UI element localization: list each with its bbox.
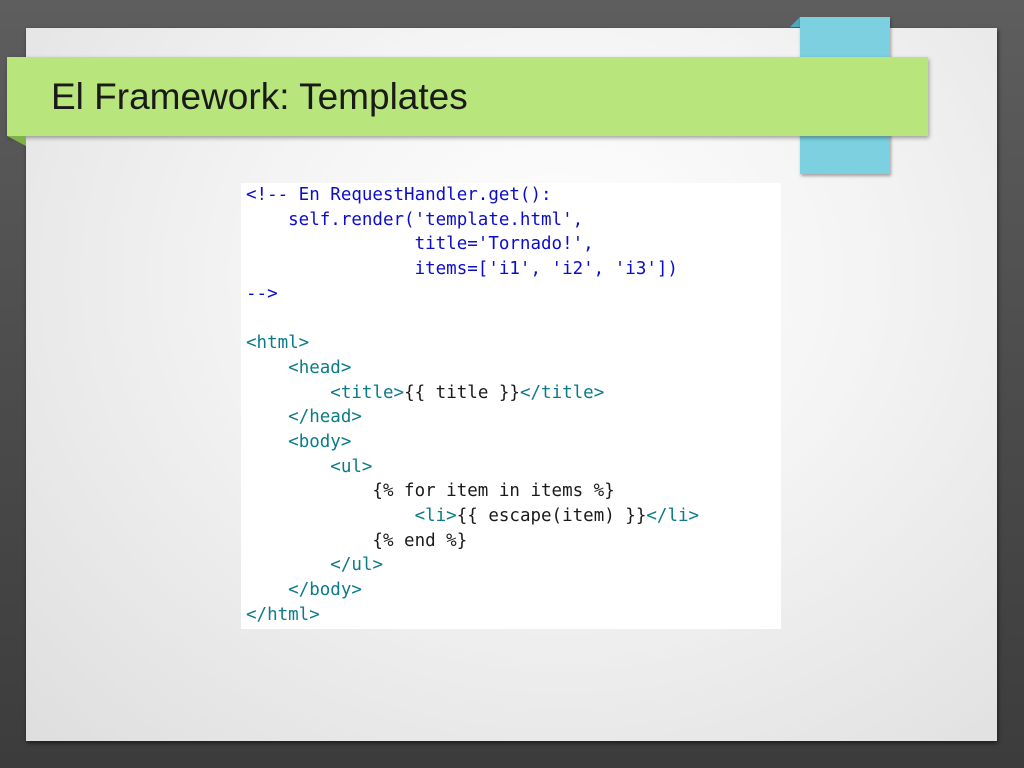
- code-line: self.render('template.html',: [246, 208, 699, 233]
- code-tag: <body>: [288, 431, 352, 452]
- title-bar: El Framework: Templates: [7, 57, 928, 136]
- code-block: <!-- En RequestHandler.get(): self.rende…: [246, 183, 699, 627]
- code-line: {% end %}: [246, 529, 699, 554]
- code-line: <li>{{ escape(item) }}</li>: [246, 504, 700, 529]
- code-tag: <head>: [288, 357, 352, 378]
- code-comment: self.render('template.html',: [246, 209, 584, 230]
- code-comment: -->: [246, 283, 278, 304]
- code-line: <ul>: [246, 455, 699, 480]
- code-tag: </head>: [288, 407, 362, 428]
- code-line: <title>{{ title }}</title>: [246, 381, 699, 406]
- code-text: {{ title }}: [404, 382, 520, 403]
- code-comment: items=['i1', 'i2', 'i3']): [246, 259, 678, 280]
- code-line: title='Tornado!',: [246, 232, 699, 257]
- code-line: <html>: [246, 331, 699, 356]
- title-bar-fold: [7, 136, 26, 146]
- code-line: <!-- En RequestHandler.get():: [246, 183, 699, 208]
- code-text: {{ escape(item) }}: [456, 505, 647, 526]
- code-line: </html>: [246, 603, 699, 628]
- code-tag: </title>: [519, 382, 605, 403]
- slide-title: El Framework: Templates: [51, 76, 468, 117]
- code-line: </ul>: [246, 553, 699, 578]
- code-line: <body>: [246, 430, 699, 455]
- code-panel: <!-- En RequestHandler.get(): self.rende…: [241, 183, 781, 629]
- code-tag: </html>: [246, 604, 320, 625]
- code-line: </body>: [246, 578, 699, 603]
- code-comment: <!-- En RequestHandler.get():: [246, 185, 552, 205]
- code-line: </head>: [246, 405, 699, 430]
- code-tag: </ul>: [330, 555, 383, 576]
- code-line: items=['i1', 'i2', 'i3']): [246, 257, 699, 282]
- code-line: {% for item in items %}: [246, 479, 699, 504]
- code-tag: </body>: [288, 580, 362, 600]
- code-tag: <ul>: [330, 456, 373, 477]
- code-text: {% for item in items %}: [246, 481, 615, 502]
- code-line: <head>: [246, 356, 699, 381]
- code-comment: title='Tornado!',: [246, 234, 594, 255]
- code-line: -->: [246, 282, 699, 307]
- accent-tab-fold: [790, 17, 800, 27]
- code-text: {% end %}: [246, 530, 468, 551]
- code-tag: <li>: [414, 505, 457, 526]
- code-tag: </li>: [646, 505, 700, 526]
- code-tag: <title>: [330, 382, 405, 403]
- code-tag: <html>: [246, 333, 310, 354]
